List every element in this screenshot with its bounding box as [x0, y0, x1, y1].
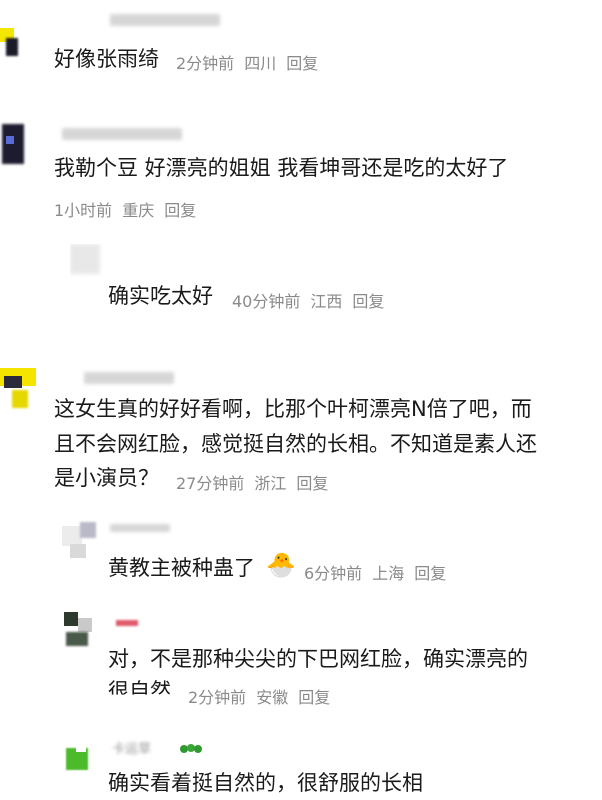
clover-icon	[180, 740, 206, 753]
username-blurred[interactable]	[110, 524, 170, 532]
reply-button[interactable]: 回复	[352, 292, 384, 311]
comment-text-line: 是小演员？	[54, 466, 159, 490]
location: 浙江	[254, 474, 287, 493]
reply-meta: 6分钟前 上海 回复	[304, 560, 456, 584]
avatar[interactable]	[0, 116, 28, 176]
timestamp: 2分钟前	[176, 54, 235, 73]
comment-text-line: 且不会网红脸，感觉挺自然的长相。不知道是素人还	[54, 432, 537, 456]
timestamp: 27分钟前	[176, 474, 245, 493]
reply-text-line: 对，不是那种尖尖的下巴网红脸，确实漂亮的	[108, 647, 528, 671]
avatar[interactable]	[0, 356, 40, 412]
reply-button[interactable]: 回复	[164, 201, 196, 220]
comment-text-line: 这女生真的好好看啊，比那个叶柯漂亮N倍了吧，而	[54, 397, 532, 421]
comment-text: 好像张雨绮	[54, 47, 159, 71]
timestamp: 6分钟前	[304, 564, 363, 583]
reply-button[interactable]: 回复	[296, 474, 328, 493]
location: 安徽	[256, 688, 289, 707]
avatar[interactable]	[62, 734, 96, 774]
reply-text: 确实吃太好	[108, 284, 213, 308]
timestamp: 1小时前	[54, 201, 113, 220]
reply-meta: 40分钟前 江西 回复	[232, 288, 394, 312]
timestamp: 2分钟前	[188, 688, 247, 707]
reply-button[interactable]: 回复	[298, 688, 330, 707]
avatar[interactable]	[62, 608, 96, 654]
reply-text: 黄教主被种蛊了	[108, 556, 255, 580]
avatar[interactable]	[70, 244, 104, 278]
reply-text: 确实看着挺自然的，很舒服的长相	[108, 771, 423, 795]
location: 上海	[372, 564, 405, 583]
chick-emoji-icon: 🐣	[266, 551, 296, 579]
comment-meta: 2分钟前 四川 回复	[176, 50, 328, 74]
reply-text-line: 很自然	[108, 679, 171, 703]
avatar[interactable]	[62, 520, 98, 562]
avatar[interactable]	[0, 28, 24, 68]
timestamp: 40分钟前	[232, 292, 301, 311]
reply-meta: 2分钟前 安徽 回复	[188, 684, 340, 708]
location: 重庆	[122, 201, 155, 220]
comment-text: 我勒个豆 好漂亮的姐姐 我看坤哥还是吃的太好了	[54, 156, 509, 180]
username-blurred[interactable]	[62, 128, 182, 140]
reply-button[interactable]: 回复	[286, 54, 318, 73]
comment-meta: 27分钟前 浙江 回复	[176, 470, 338, 494]
username-blurred[interactable]	[110, 14, 220, 26]
username-blurred[interactable]	[116, 620, 138, 626]
username-blurred[interactable]	[84, 372, 174, 384]
comment-meta: 1小时前 重庆 回复	[54, 197, 206, 221]
username-blurred[interactable]: 卡运草	[112, 738, 151, 757]
reply-button[interactable]: 回复	[414, 564, 446, 583]
location: 四川	[244, 54, 277, 73]
location: 江西	[310, 292, 343, 311]
